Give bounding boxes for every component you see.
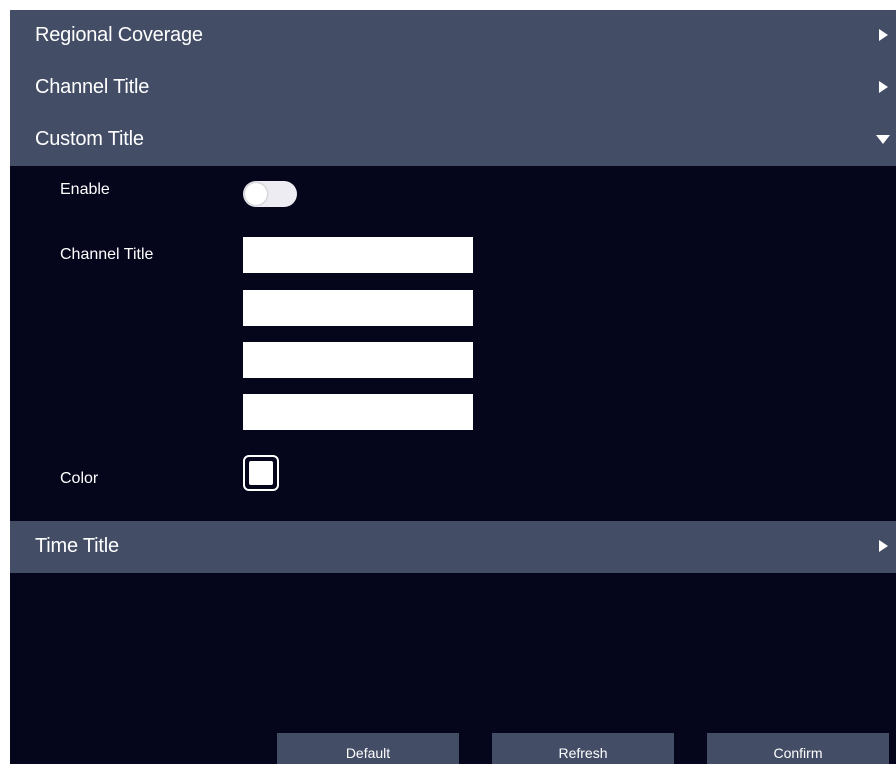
channel-title-input-2[interactable]	[243, 290, 473, 326]
refresh-button[interactable]: Refresh	[492, 733, 674, 764]
color-label: Color	[60, 470, 99, 487]
enable-toggle[interactable]	[243, 181, 297, 207]
toggle-knob	[245, 183, 267, 205]
color-swatch-fill	[249, 461, 273, 485]
section-header-regional-coverage[interactable]: Regional Coverage	[10, 10, 896, 62]
caret-down-icon	[876, 114, 890, 166]
color-picker-button[interactable]	[243, 455, 279, 491]
caret-right-icon	[877, 521, 889, 573]
channel-title-input-4[interactable]	[243, 394, 473, 430]
channel-title-input-1[interactable]	[243, 237, 473, 273]
section-title: Regional Coverage	[35, 24, 203, 46]
default-button[interactable]: Default	[277, 733, 459, 764]
section-title: Custom Title	[35, 128, 144, 150]
section-header-custom-title[interactable]: Custom Title	[10, 114, 896, 166]
section-title: Time Title	[35, 535, 119, 557]
section-header-time-title[interactable]: Time Title	[10, 521, 896, 573]
osd-settings-panel: Regional Coverage Channel Title Custom T…	[10, 10, 896, 764]
caret-right-icon	[877, 62, 889, 114]
channel-title-label: Channel Title	[60, 246, 154, 263]
confirm-button[interactable]: Confirm	[707, 733, 889, 764]
section-title: Channel Title	[35, 76, 150, 98]
caret-right-icon	[877, 10, 889, 62]
enable-label: Enable	[60, 181, 110, 198]
channel-title-input-3[interactable]	[243, 342, 473, 378]
section-header-channel-title[interactable]: Channel Title	[10, 62, 896, 114]
